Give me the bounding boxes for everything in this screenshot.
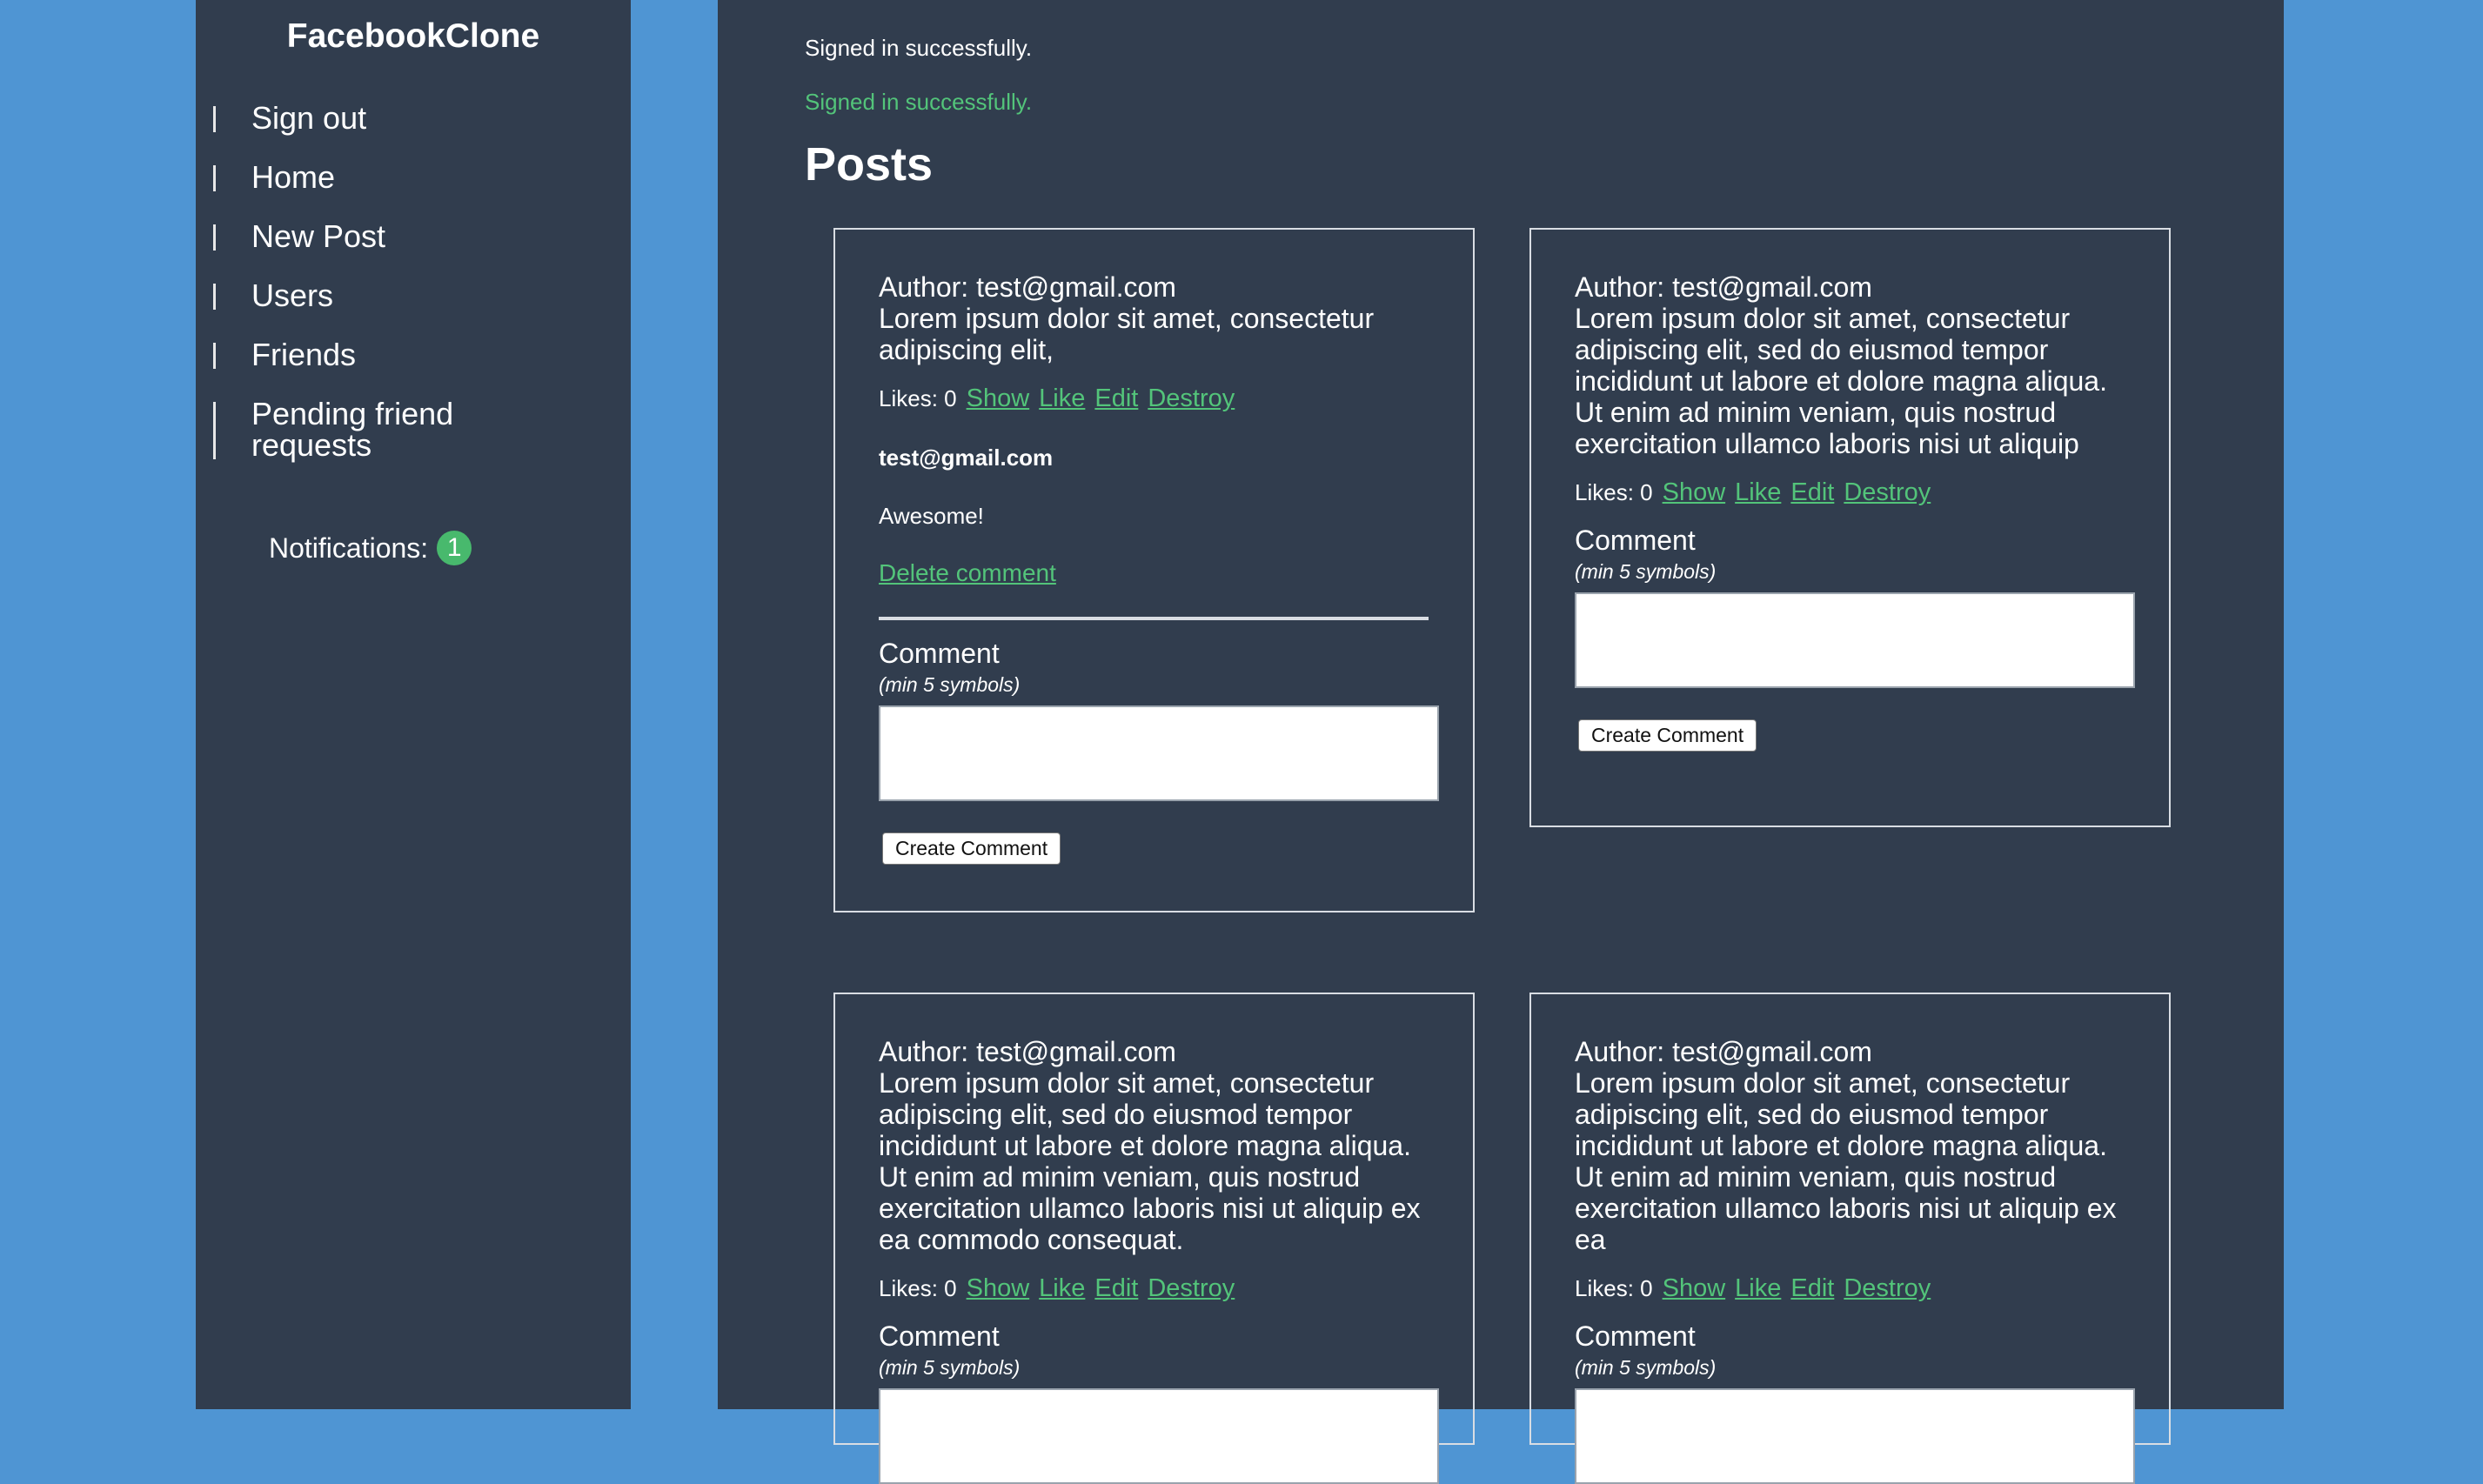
- comment-hint: (min 5 symbols): [1575, 560, 1717, 583]
- show-link[interactable]: Show: [1663, 478, 1726, 507]
- notifications-badge: 1: [437, 531, 472, 565]
- comment-label: Comment: [1575, 1320, 1696, 1352]
- likes-count: Likes: 0: [1575, 1275, 1653, 1301]
- post-card: Author: test@gmail.com Lorem ipsum dolor…: [1529, 228, 2171, 827]
- nav-sign-out[interactable]: Sign out: [213, 103, 613, 134]
- comment-text: Awesome!: [879, 503, 984, 529]
- notifications[interactable]: Notifications: 1: [269, 531, 472, 565]
- post-actions: Likes: 0 Show Like Edit Destroy: [879, 384, 1429, 413]
- post-card: Author: test@gmail.com Lorem ipsum dolor…: [1529, 993, 2171, 1484]
- destroy-link[interactable]: Destroy: [1148, 1274, 1235, 1303]
- post-author: Author: test@gmail.com: [879, 1036, 1176, 1067]
- destroy-link[interactable]: Destroy: [1148, 384, 1235, 413]
- edit-link[interactable]: Edit: [1790, 478, 1834, 507]
- comment-input[interactable]: [1575, 592, 2135, 688]
- nav-new-post[interactable]: New Post: [213, 221, 613, 252]
- comment-input[interactable]: [879, 705, 1439, 801]
- likes-count: Likes: 0: [1575, 479, 1653, 505]
- post-card: Author: test@gmail.com Lorem ipsum dolor…: [833, 993, 1475, 1484]
- notifications-label: Notifications:: [269, 531, 429, 564]
- comment-hint: (min 5 symbols): [879, 1356, 1021, 1379]
- comment-label: Comment: [879, 638, 1000, 669]
- likes-count: Likes: 0: [879, 1275, 957, 1301]
- likes-count: Likes: 0: [879, 385, 957, 411]
- create-comment-button[interactable]: Create Comment: [1578, 719, 1757, 752]
- post-author: Author: test@gmail.com: [1575, 1036, 1872, 1067]
- post-actions: Likes: 0 Show Like Edit Destroy: [879, 1274, 1429, 1303]
- post-body: Lorem ipsum dolor sit amet, consectetur …: [879, 303, 1375, 365]
- destroy-link[interactable]: Destroy: [1844, 478, 1931, 507]
- post-author: Author: test@gmail.com: [1575, 271, 1872, 303]
- comment-label: Comment: [1575, 525, 1696, 556]
- flash-notice: Signed in successfully.: [805, 35, 1033, 61]
- like-link[interactable]: Like: [1735, 1274, 1781, 1303]
- destroy-link[interactable]: Destroy: [1844, 1274, 1931, 1303]
- show-link[interactable]: Show: [967, 1274, 1030, 1303]
- comment-input[interactable]: [879, 1388, 1439, 1484]
- like-link[interactable]: Like: [1039, 1274, 1085, 1303]
- comment-author: test@gmail.com: [879, 445, 1054, 471]
- post-author: Author: test@gmail.com: [879, 271, 1176, 303]
- edit-link[interactable]: Edit: [1094, 1274, 1138, 1303]
- post-actions: Likes: 0 Show Like Edit Destroy: [1575, 1274, 2125, 1303]
- like-link[interactable]: Like: [1039, 384, 1085, 413]
- show-link[interactable]: Show: [1663, 1274, 1726, 1303]
- edit-link[interactable]: Edit: [1790, 1274, 1834, 1303]
- sidebar-nav: Sign out Home New Post Users Friends Pen…: [213, 103, 613, 489]
- nav-friends[interactable]: Friends: [213, 339, 613, 371]
- nav-home[interactable]: Home: [213, 162, 613, 193]
- page-title: Posts: [805, 138, 934, 191]
- edit-link[interactable]: Edit: [1094, 384, 1138, 413]
- brand-logo[interactable]: FacebookClone: [196, 17, 631, 56]
- create-comment-button[interactable]: Create Comment: [882, 832, 1061, 865]
- nav-pending-friend-requests[interactable]: Pending friend requests: [213, 398, 500, 461]
- comment-hint: (min 5 symbols): [1575, 1356, 1717, 1379]
- delete-comment-link[interactable]: Delete comment: [879, 559, 1056, 587]
- post-actions: Likes: 0 Show Like Edit Destroy: [1575, 478, 2125, 507]
- comment-input[interactable]: [1575, 1388, 2135, 1484]
- comment-label: Comment: [879, 1320, 1000, 1352]
- post-body: Lorem ipsum dolor sit amet, consectetur …: [879, 1067, 1421, 1255]
- post-card: Author: test@gmail.com Lorem ipsum dolor…: [833, 228, 1475, 912]
- divider: [879, 617, 1429, 620]
- show-link[interactable]: Show: [967, 384, 1030, 413]
- nav-users[interactable]: Users: [213, 280, 613, 311]
- like-link[interactable]: Like: [1735, 478, 1781, 507]
- post-body: Lorem ipsum dolor sit amet, consectetur …: [1575, 303, 2107, 459]
- sidebar: FacebookClone Sign out Home New Post Use…: [196, 0, 631, 1409]
- comment-hint: (min 5 symbols): [879, 673, 1021, 696]
- main-content: Signed in successfully. Signed in succes…: [718, 0, 2284, 1484]
- post-body: Lorem ipsum dolor sit amet, consectetur …: [1575, 1067, 2117, 1255]
- flash-success: Signed in successfully.: [805, 89, 1033, 115]
